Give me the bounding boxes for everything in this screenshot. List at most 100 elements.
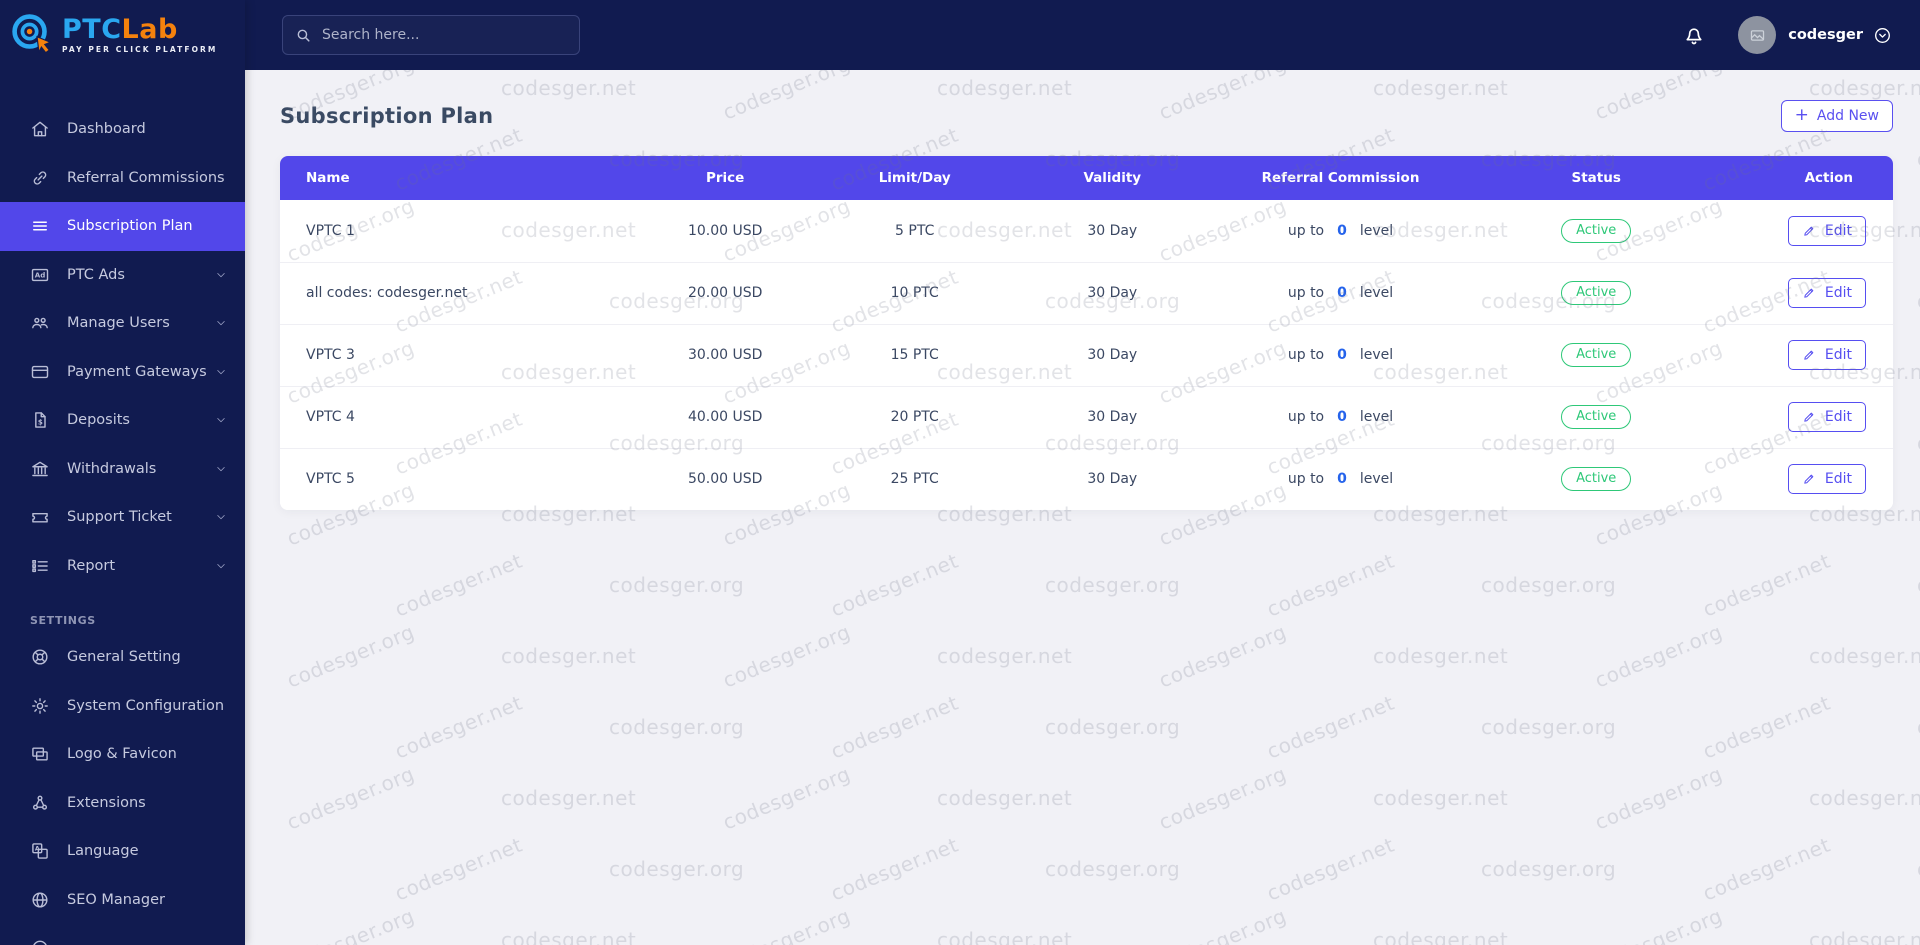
edit-button[interactable]: Edit: [1787, 402, 1866, 432]
referral-suffix: level: [1359, 471, 1394, 488]
referral-suffix: level: [1359, 347, 1394, 363]
cell-price: 40.00 USD: [628, 385, 822, 448]
sidebar-item-label: Report: [67, 557, 116, 574]
topbar: codesger: [245, 0, 1920, 70]
brand-logo[interactable]: PTCLab PAY PER CLICK PLATFORM: [0, 0, 245, 70]
cell-price: 20.00 USD: [628, 261, 822, 324]
lifebuoy-icon: [30, 647, 50, 667]
cell-price: 50.00 USD: [628, 447, 822, 510]
referral-level-link[interactable]: 0: [1337, 347, 1347, 363]
chevron-down-icon: [215, 414, 227, 426]
sidebar-item-deposits[interactable]: $ Deposits: [0, 396, 245, 445]
cell-referral-commission: up to 0 level: [1217, 323, 1464, 386]
list-icon: [30, 216, 50, 236]
referral-level-link[interactable]: 0: [1337, 285, 1347, 301]
translate-icon: A: [30, 841, 50, 861]
ticket-icon: [30, 507, 50, 527]
edit-button[interactable]: Edit: [1787, 464, 1866, 495]
plus-icon: +: [1794, 104, 1809, 125]
table-row: VPTC 4 40.00 USD 20 PTC 30 Day up to 0 level Ac…: [280, 385, 1893, 448]
cell-price: 30.00 USD: [628, 323, 822, 386]
edit-button[interactable]: Edit: [1787, 215, 1866, 246]
sidebar-item-label: System Configuration: [67, 697, 225, 714]
sidebar-item-language[interactable]: A Language: [0, 827, 245, 876]
clipped-icon: [30, 938, 50, 945]
column-header-referral-commission: Referral Commission: [1217, 156, 1464, 200]
sidebar-item-label: Deposits: [67, 412, 130, 429]
sidebar-item-label: General Setting: [67, 649, 181, 666]
svg-text:Ad: Ad: [35, 270, 46, 279]
sidebar-item-label: Withdrawals: [67, 460, 157, 477]
table-row: all codes: codesger.net 20.00 USD 10 PTC 30…: [280, 261, 1893, 324]
page-title: Subscription Plan: [280, 104, 494, 128]
referral-level-link[interactable]: 0: [1337, 223, 1347, 239]
edit-button[interactable]: Edit: [1787, 340, 1866, 370]
cell-limit: 5 PTC: [821, 200, 1008, 262]
sidebar-item-general-setting[interactable]: General Setting: [0, 633, 245, 682]
referral-level-link[interactable]: 0: [1337, 409, 1347, 425]
search-box[interactable]: [282, 15, 580, 55]
sidebar-item-ptc-ads[interactable]: Ad PTC Ads: [0, 251, 245, 300]
sidebar-item-system-configuration[interactable]: System Configuration: [0, 682, 245, 731]
user-avatar[interactable]: [1738, 16, 1777, 54]
subscription-plan-table-card: Name Price Limit/Day Validity Referral Commi…: [280, 156, 1893, 510]
username[interactable]: codesger: [1788, 27, 1863, 43]
sidebar-item-subscription-plan[interactable]: Subscription Plan: [0, 202, 245, 251]
sidebar-item-label: SEO Manager: [67, 891, 165, 908]
status-badge: Active: [1561, 281, 1632, 305]
sidebar-item-seo-manager[interactable]: SEO Manager: [0, 876, 245, 925]
sidebar-item-partial[interactable]: [0, 924, 245, 945]
image-icon: [30, 744, 50, 764]
sidebar-item-withdrawals[interactable]: Withdrawals: [0, 445, 245, 494]
search-input[interactable]: [322, 27, 567, 43]
cell-limit: 10 PTC: [821, 261, 1008, 324]
sidebar-item-logo-favicon[interactable]: Logo & Favicon: [0, 730, 245, 779]
referral-prefix: up to: [1287, 409, 1325, 425]
column-header-limit-day: Limit/Day: [821, 156, 1008, 200]
cell-action: Edit: [1728, 385, 1893, 448]
sidebar-item-extensions[interactable]: Extensions: [0, 779, 245, 828]
report-icon: [30, 556, 50, 576]
cell-name: VPTC 5: [280, 447, 629, 510]
chevron-down-icon: [215, 511, 227, 523]
add-new-button[interactable]: + Add New: [1780, 100, 1893, 132]
pencil-icon: [1802, 348, 1816, 362]
status-badge: Active: [1561, 405, 1632, 429]
sidebar-item-support-ticket[interactable]: Support Ticket: [0, 493, 245, 542]
globe-icon: [30, 890, 50, 910]
sidebar-main-menu: Dashboard Referral Commissions Subscriptio…: [0, 105, 245, 590]
subscription-plan-table: Name Price Limit/Day Validity Referral Commi…: [280, 156, 1893, 510]
referral-level-link[interactable]: 0: [1337, 471, 1347, 487]
sidebar-item-payment-gateways[interactable]: Payment Gateways: [0, 348, 245, 397]
sidebar-item-label: Subscription Plan: [67, 218, 193, 235]
status-badge: Active: [1561, 218, 1632, 243]
content: Subscription Plan + Add New Name Price Lim…: [245, 70, 1920, 945]
sidebar-item-referral-commissions[interactable]: Referral Commissions: [0, 154, 245, 203]
referral-prefix: up to: [1287, 471, 1325, 488]
chevron-down-icon: [215, 317, 227, 329]
cell-action: Edit: [1728, 261, 1893, 324]
user-menu-chevron-icon[interactable]: [1873, 26, 1892, 45]
cell-status: Active: [1463, 200, 1729, 262]
pencil-icon: [1802, 286, 1816, 300]
edit-button-label: Edit: [1824, 471, 1852, 488]
svg-text:$: $: [38, 418, 43, 427]
cell-name: VPTC 3: [280, 323, 629, 386]
sidebar-item-manage-users[interactable]: Manage Users: [0, 299, 245, 348]
sidebar-item-dashboard[interactable]: Dashboard: [0, 105, 245, 154]
status-badge: Active: [1561, 343, 1632, 367]
cell-name: VPTC 1: [280, 200, 629, 262]
referral-suffix: level: [1359, 409, 1394, 425]
app-window: PTCLab PAY PER CLICK PLATFORM Dashboard R…: [0, 0, 1920, 945]
cell-action: Edit: [1728, 447, 1893, 510]
sidebar-item-report[interactable]: Report: [0, 542, 245, 591]
referral-prefix: up to: [1287, 222, 1325, 239]
table-row: VPTC 5 50.00 USD 25 PTC 30 Day up to 0 level Ac…: [280, 447, 1893, 510]
edit-button[interactable]: Edit: [1787, 278, 1866, 308]
status-badge: Active: [1561, 467, 1632, 492]
photo-placeholder-icon: [1750, 29, 1764, 41]
cell-action: Edit: [1728, 323, 1893, 386]
notifications-bell-icon[interactable]: [1682, 23, 1706, 47]
cell-referral-commission: up to 0 level: [1217, 447, 1464, 510]
cell-status: Active: [1463, 447, 1729, 510]
